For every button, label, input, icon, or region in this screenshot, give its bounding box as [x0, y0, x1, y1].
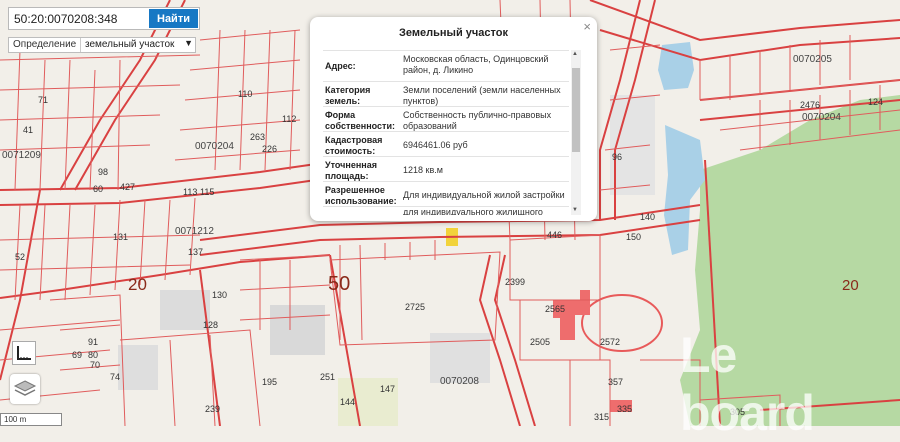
- svg-text:147: 147: [380, 384, 395, 394]
- svg-text:2399: 2399: [505, 277, 525, 287]
- svg-text:140: 140: [640, 212, 655, 222]
- svg-text:96: 96: [612, 152, 622, 162]
- svg-text:0070205: 0070205: [793, 54, 832, 65]
- info-value: 6946461.06 руб: [403, 140, 468, 150]
- svg-text:0070204: 0070204: [802, 112, 841, 123]
- find-button[interactable]: Найти: [149, 9, 198, 28]
- popup-scrollbar[interactable]: ▲ ▼: [571, 50, 581, 215]
- popup-body[interactable]: Адрес: Московская область, Одинцовский р…: [323, 50, 581, 215]
- svg-text:2725: 2725: [405, 302, 425, 312]
- scale-label: 100 m: [4, 415, 27, 424]
- info-key: по документу:: [325, 213, 399, 215]
- info-key: Форма собственности:: [325, 110, 395, 131]
- svg-text:70: 70: [90, 360, 100, 370]
- scrollbar-thumb[interactable]: [572, 68, 580, 152]
- svg-text:263: 263: [250, 132, 265, 142]
- svg-text:2476: 2476: [800, 100, 820, 110]
- svg-text:0071212: 0071212: [175, 226, 214, 237]
- info-key: Категория земель:: [325, 85, 371, 106]
- info-row-area: Уточненная площадь: 1218 кв.м: [323, 156, 569, 182]
- info-row-by-document: по документу: для индивидуального жилищн…: [323, 206, 569, 215]
- info-value: Земли поселений (земли населенных пункто…: [403, 85, 561, 106]
- svg-text:251: 251: [320, 372, 335, 382]
- svg-text:0070204: 0070204: [195, 141, 234, 152]
- info-key: Адрес:: [325, 61, 356, 71]
- info-key: Уточненная площадь:: [325, 160, 377, 181]
- info-value: для индивидуального жилищного: [403, 207, 543, 215]
- svg-text:427: 427: [120, 182, 135, 192]
- definition-row: Определение земельный участок ▼: [8, 37, 196, 53]
- info-value: Для индивидуальной жилой застройки: [403, 190, 565, 200]
- info-key: Кадастровая стоимость:: [325, 135, 383, 156]
- svg-text:446: 446: [547, 230, 562, 240]
- svg-text:0070208: 0070208: [440, 376, 479, 387]
- svg-text:2505: 2505: [530, 337, 550, 347]
- svg-text:195: 195: [262, 377, 277, 387]
- svg-text:0071209: 0071209: [2, 150, 41, 161]
- svg-text:50: 50: [328, 273, 350, 295]
- info-key: Разрешенное использование:: [325, 185, 397, 206]
- svg-text:80: 80: [88, 350, 98, 360]
- layers-button[interactable]: [10, 374, 40, 404]
- svg-text:113: 113: [183, 187, 197, 197]
- svg-text:131: 131: [113, 232, 128, 242]
- info-value: Московская область, Одинцовский район, д…: [403, 54, 549, 75]
- svg-text:74: 74: [110, 372, 120, 382]
- scroll-down-icon[interactable]: ▼: [572, 207, 578, 213]
- layers-icon: [13, 380, 37, 396]
- parcel-info-popup: Земельный участок × Адрес: Московская об…: [310, 17, 597, 221]
- svg-text:41: 41: [23, 125, 33, 135]
- svg-text:128: 128: [203, 320, 218, 330]
- svg-text:60: 60: [93, 184, 103, 194]
- svg-text:144: 144: [340, 397, 355, 407]
- svg-text:71: 71: [38, 95, 48, 105]
- svg-text:69: 69: [72, 350, 82, 360]
- svg-text:20: 20: [128, 275, 147, 294]
- definition-label: Определение: [13, 39, 77, 50]
- svg-text:98: 98: [98, 167, 108, 177]
- scroll-up-icon[interactable]: ▲: [572, 51, 578, 57]
- measure-tool-button[interactable]: [12, 341, 36, 365]
- info-row-cadastral-value: Кадастровая стоимость: 6946461.06 руб: [323, 131, 569, 157]
- built-area: [270, 305, 325, 355]
- leboard-watermark: Le board: [680, 327, 815, 441]
- info-row-ownership: Форма собственности: Собственность публи…: [323, 106, 569, 132]
- svg-text:91: 91: [88, 337, 98, 347]
- svg-text:2565: 2565: [545, 304, 565, 314]
- svg-text:2572: 2572: [600, 337, 620, 347]
- definition-select[interactable]: земельный участок ▼: [80, 38, 196, 52]
- popup-title: Земельный участок: [399, 27, 508, 39]
- definition-selected-value: земельный участок: [85, 39, 175, 50]
- svg-text:130: 130: [212, 290, 227, 300]
- svg-text:115: 115: [200, 187, 214, 197]
- svg-text:226: 226: [262, 144, 277, 154]
- svg-text:137: 137: [188, 247, 203, 257]
- info-row-address: Адрес: Московская область, Одинцовский р…: [323, 50, 569, 82]
- svg-text:357: 357: [608, 377, 623, 387]
- info-row-category: Категория земель: Земли поселений (земли…: [323, 81, 569, 107]
- svg-text:52: 52: [15, 252, 25, 262]
- svg-text:150: 150: [626, 232, 641, 242]
- svg-text:124: 124: [868, 97, 883, 107]
- built-area: [118, 345, 158, 390]
- close-icon[interactable]: ×: [583, 19, 591, 34]
- ruler-icon: [17, 346, 31, 360]
- svg-text:335: 335: [617, 404, 632, 414]
- svg-text:315: 315: [594, 412, 609, 422]
- info-value: 1218 кв.м: [403, 165, 443, 175]
- info-value: Собственность публично-правовых образова…: [403, 110, 552, 131]
- scale-bar: 100 m: [0, 413, 62, 426]
- cadastral-number-input[interactable]: [9, 8, 150, 29]
- svg-text:112: 112: [282, 114, 296, 124]
- svg-text:20: 20: [842, 277, 859, 294]
- search-box: Найти: [8, 7, 200, 30]
- dropdown-arrow-icon: ▼: [184, 38, 193, 48]
- svg-text:110: 110: [238, 89, 252, 99]
- info-row-permitted-use: Разрешенное использование: Для индивидуа…: [323, 181, 569, 207]
- svg-text:239: 239: [205, 404, 220, 414]
